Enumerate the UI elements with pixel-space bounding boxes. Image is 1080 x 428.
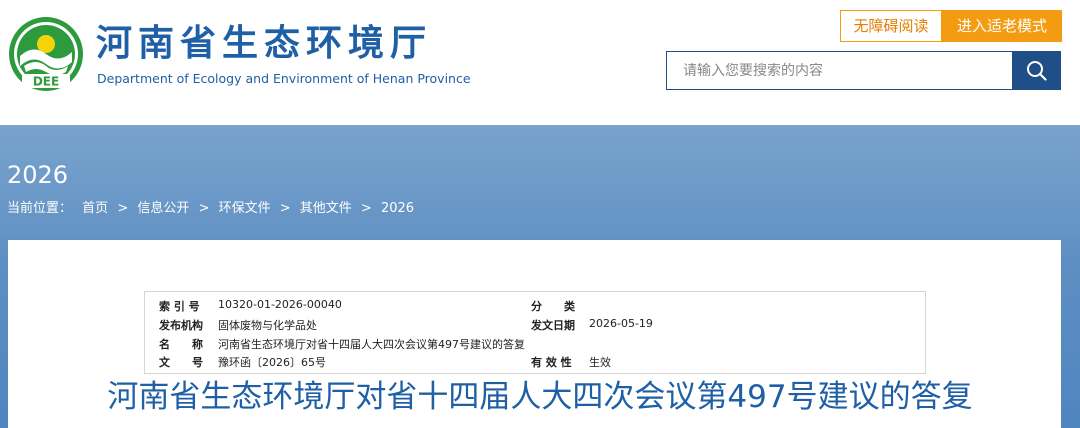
issuer-value: 固体废物与化学品处 <box>218 319 317 332</box>
index-number-value: 10320-01-2026-00040 <box>218 298 342 311</box>
category-label: 分 类 <box>531 300 575 313</box>
breadcrumb-env-docs-link[interactable]: 环保文件 <box>219 200 271 218</box>
search-button[interactable] <box>1012 51 1061 90</box>
breadcrumb-prefix: 当前位置： <box>7 201 73 216</box>
site-title[interactable]: 河南省生态环境厅 <box>96 22 432 66</box>
breadcrumb-info-public-link[interactable]: 信息公开 <box>137 200 189 218</box>
elder-mode-button[interactable]: 进入适老模式 <box>942 10 1062 42</box>
document-title: 河南省生态环境厅对省十四届人大四次会议第497号建议的答复 <box>107 379 973 415</box>
accessible-reading-button[interactable]: 无障碍阅读 <box>840 10 942 42</box>
breadcrumb: 当前位置： 首页 > 信息公开 > 环保文件 > 其他文件 > 2026 <box>7 200 414 218</box>
issuer-label: 发布机构 <box>159 319 203 332</box>
breadcrumb-separator: > <box>117 201 129 216</box>
breadcrumb-separator: > <box>279 201 291 216</box>
search-input[interactable] <box>666 51 1012 90</box>
issue-date-value: 2026-05-19 <box>589 317 653 330</box>
document-number-label: 文 号 <box>159 356 203 369</box>
document-metadata-table: 索 引 号 10320-01-2026-00040 分 类 发布机构 固体废物与… <box>144 291 926 374</box>
index-number-label: 索 引 号 <box>159 300 200 313</box>
document-name-value: 河南省生态环境厅对省十四届人大四次会议第497号建议的答复 <box>218 338 525 351</box>
breadcrumb-separator: > <box>198 201 210 216</box>
banner-year-heading: 2026 <box>7 161 69 189</box>
validity-label: 有 效 性 <box>531 356 572 369</box>
search-icon <box>1027 61 1047 81</box>
breadcrumb-separator: > <box>360 201 372 216</box>
issue-date-label: 发文日期 <box>531 319 575 332</box>
document-number-value: 豫环函〔2026〕65号 <box>218 356 326 369</box>
svg-text:DEE: DEE <box>33 75 59 89</box>
dee-logo-icon[interactable]: DEE <box>6 14 86 94</box>
breadcrumb-home-link[interactable]: 首页 <box>82 200 108 218</box>
breadcrumb-year-link[interactable]: 2026 <box>381 200 414 218</box>
validity-value: 生效 <box>589 356 611 369</box>
site-header: DEE 河南省生态环境厅 Department of Ecology and E… <box>0 0 1080 125</box>
breadcrumb-other-docs-link[interactable]: 其他文件 <box>300 200 352 218</box>
document-name-label: 名 称 <box>159 338 203 351</box>
site-subtitle: Department of Ecology and Environment of… <box>97 71 471 86</box>
